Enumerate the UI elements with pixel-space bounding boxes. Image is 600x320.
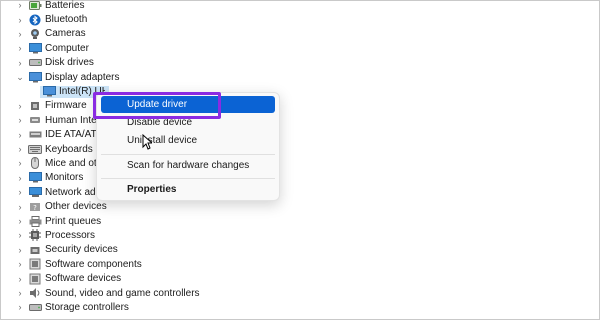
- tree-item-print-queues[interactable]: › Print queues: [14, 214, 274, 228]
- chevron-right-icon[interactable]: ›: [14, 229, 26, 241]
- keyboard-icon: [28, 143, 42, 155]
- chevron-right-icon[interactable]: ›: [14, 215, 26, 227]
- tree-item-label: Processors: [45, 229, 96, 241]
- computer-icon: [28, 42, 42, 54]
- tree-item-label: Firmware: [45, 100, 87, 112]
- chevron-right-icon[interactable]: ›: [14, 114, 26, 126]
- chevron-right-icon[interactable]: ›: [14, 42, 26, 54]
- tree-item-label: Software devices: [45, 273, 122, 285]
- chevron-right-icon[interactable]: ›: [14, 244, 26, 256]
- tree-item-label: Batteries: [45, 0, 85, 11]
- menu-item-scan-hardware[interactable]: Scan for hardware changes: [101, 157, 275, 174]
- chevron-right-icon[interactable]: ›: [14, 258, 26, 270]
- sound-icon: [28, 287, 42, 299]
- menu-item-properties[interactable]: Properties: [101, 181, 275, 198]
- processor-icon: [28, 229, 42, 242]
- bluetooth-icon: [28, 14, 42, 26]
- chevron-right-icon[interactable]: ›: [14, 129, 26, 141]
- ide-icon: [28, 129, 42, 141]
- tree-item-label: Display adapters: [45, 71, 120, 83]
- tree-item-label: Bluetooth: [45, 14, 88, 26]
- camera-icon: [28, 28, 42, 40]
- tree-item-label: Software components: [45, 258, 142, 270]
- network-icon: [28, 186, 42, 198]
- firmware-icon: [28, 100, 42, 112]
- tree-item-computer[interactable]: › Computer: [14, 41, 274, 55]
- menu-separator: [101, 178, 275, 179]
- tree-item-display-adapters[interactable]: ⌄ Display adapters: [14, 70, 274, 84]
- tree-item-cameras[interactable]: › Cameras: [14, 27, 274, 41]
- menu-separator: [101, 154, 275, 155]
- tree-item-label: Other devices: [45, 201, 107, 213]
- display-adapter-icon: [28, 71, 42, 83]
- tree-item-label: Cameras: [45, 28, 86, 40]
- annotation-highlight-box: [93, 92, 221, 119]
- mouse-cursor-icon: [142, 133, 154, 150]
- tree-item-label: Network adapters: [45, 186, 100, 198]
- chevron-down-icon[interactable]: ⌄: [14, 71, 26, 83]
- chevron-right-icon[interactable]: ›: [14, 301, 26, 313]
- chevron-right-icon[interactable]: ›: [14, 157, 26, 169]
- tree-item-processors[interactable]: › Processors: [14, 228, 274, 242]
- other-devices-icon: ?: [28, 201, 42, 213]
- tree-item-label: Monitors: [45, 172, 84, 184]
- chevron-right-icon[interactable]: ›: [14, 28, 26, 40]
- battery-icon: [28, 0, 42, 11]
- monitor-icon: [28, 172, 42, 184]
- chevron-right-icon[interactable]: ›: [14, 186, 26, 198]
- tree-item-software-components[interactable]: › Software components: [14, 257, 274, 271]
- chevron-right-icon[interactable]: ›: [14, 287, 26, 299]
- tree-item-other-devices[interactable]: › ? Other devices: [14, 199, 274, 213]
- tree-item-label: Mice and other pointing devices: [45, 157, 96, 169]
- tree-item-security-devices[interactable]: › Security devices: [14, 243, 274, 257]
- tree-item-bluetooth[interactable]: › Bluetooth: [14, 12, 274, 26]
- tree-item-label: Keyboards: [45, 143, 93, 155]
- chevron-right-icon[interactable]: ›: [14, 14, 26, 26]
- tree-item-label: Computer: [45, 42, 89, 54]
- tree-item-label: Sound, video and game controllers: [45, 287, 200, 299]
- chevron-right-icon[interactable]: ›: [14, 143, 26, 155]
- tree-item-sound-video[interactable]: › Sound, video and game controllers: [14, 286, 274, 300]
- tree-item-label: Storage controllers: [45, 301, 129, 313]
- chevron-right-icon[interactable]: ›: [14, 0, 26, 11]
- printer-icon: [28, 215, 42, 227]
- monitor-card-icon: [42, 86, 56, 98]
- menu-item-uninstall-device[interactable]: Uninstall device: [101, 132, 275, 149]
- software-component-icon: [28, 258, 42, 270]
- tree-item-label: Disk drives: [45, 57, 94, 69]
- chevron-right-icon[interactable]: ›: [14, 172, 26, 184]
- security-icon: [28, 244, 42, 256]
- tree-item-label: Security devices: [45, 244, 118, 256]
- tree-item-label: Print queues: [45, 215, 102, 227]
- tree-item-batteries[interactable]: › Batteries: [14, 0, 274, 12]
- chevron-right-icon[interactable]: ›: [14, 57, 26, 69]
- storage-icon: [28, 301, 42, 313]
- svg-text:?: ?: [33, 204, 37, 212]
- mouse-icon: [28, 157, 42, 170]
- hid-icon: [28, 114, 42, 126]
- chevron-right-icon[interactable]: ›: [14, 273, 26, 285]
- chevron-right-icon[interactable]: ›: [14, 100, 26, 112]
- tree-item-disk-drives[interactable]: › Disk drives: [14, 56, 274, 70]
- tree-item-label: Human Interface Devices: [45, 114, 99, 126]
- software-device-icon: [28, 273, 42, 285]
- disk-drive-icon: [28, 57, 42, 69]
- tree-item-label: IDE ATA/ATAPI controllers: [45, 129, 97, 141]
- tree-item-storage-controllers[interactable]: › Storage controllers: [14, 300, 274, 314]
- tree-item-software-devices[interactable]: › Software devices: [14, 271, 274, 285]
- chevron-right-icon[interactable]: ›: [14, 201, 26, 213]
